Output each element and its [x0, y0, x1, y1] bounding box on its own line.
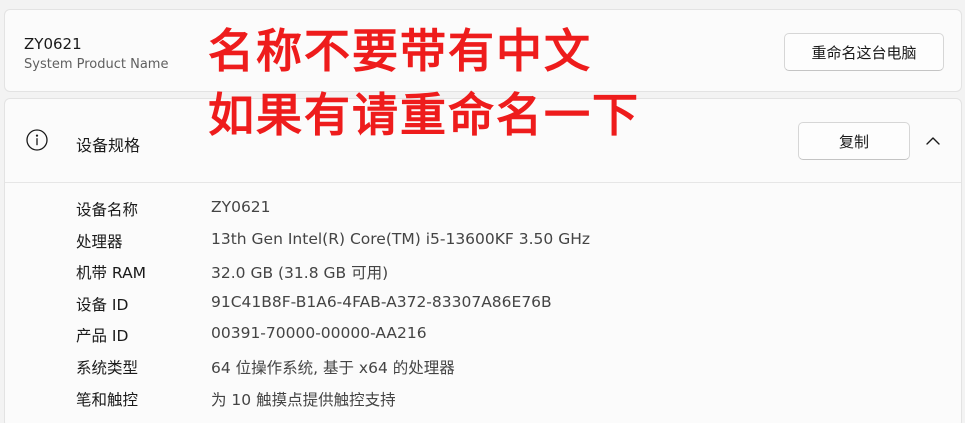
spec-row-ram: 机带 RAM 32.0 GB (31.8 GB 可用)	[5, 257, 961, 289]
device-specs-card: 设备规格 复制 设备名称 ZY0621 处理器 13th Gen Intel(R…	[4, 98, 962, 423]
spec-label: 笔和触控	[76, 390, 139, 409]
spec-value: 91C41B8F-B1A6-4FAB-A372-83307A86E76B	[211, 292, 552, 311]
annotation-line-2: 如果有请重命名一下	[208, 88, 640, 142]
spec-label: 系统类型	[76, 358, 139, 377]
spec-value: 32.0 GB (31.8 GB 可用)	[211, 264, 389, 283]
copy-button[interactable]: 复制	[798, 122, 910, 160]
spec-row-processor: 处理器 13th Gen Intel(R) Core(TM) i5-13600K…	[5, 226, 961, 258]
annotation-line-1: 名称不要带有中文	[208, 24, 592, 78]
device-name: ZY0621	[24, 35, 82, 53]
spec-row-system-type: 系统类型 64 位操作系统, 基于 x64 的处理器	[5, 352, 961, 384]
spec-value: 为 10 触摸点提供触控支持	[211, 390, 396, 409]
spec-label: 产品 ID	[76, 327, 129, 346]
spec-label: 设备名称	[76, 201, 139, 219]
device-specs-list: 设备名称 ZY0621 处理器 13th Gen Intel(R) Core(T…	[5, 194, 961, 415]
info-icon	[26, 129, 48, 151]
rename-pc-button[interactable]: 重命名这台电脑	[784, 33, 944, 71]
chevron-up-icon[interactable]	[921, 129, 945, 153]
spec-value: 00391-70000-00000-AA216	[211, 324, 427, 343]
device-subtitle: System Product Name	[24, 57, 169, 72]
spec-value: 13th Gen Intel(R) Core(TM) i5-13600KF 3.…	[211, 229, 591, 248]
spec-label: 设备 ID	[76, 295, 129, 314]
spec-row-device-name: 设备名称 ZY0621	[5, 194, 961, 226]
spec-row-product-id: 产品 ID 00391-70000-00000-AA216	[5, 320, 961, 352]
spec-row-pen-touch: 笔和触控 为 10 触摸点提供触控支持	[5, 384, 961, 416]
spec-row-device-id: 设备 ID 91C41B8F-B1A6-4FAB-A372-83307A86E7…	[5, 289, 961, 321]
spec-value: ZY0621	[211, 198, 271, 216]
settings-about-page: ZY0621 System Product Name 重命名这台电脑 设备规格 …	[0, 0, 965, 423]
spec-label: 处理器	[76, 232, 123, 251]
device-specs-title: 设备规格	[76, 136, 141, 155]
spec-value: 64 位操作系统, 基于 x64 的处理器	[211, 358, 455, 377]
spec-label: 机带 RAM	[76, 264, 147, 283]
